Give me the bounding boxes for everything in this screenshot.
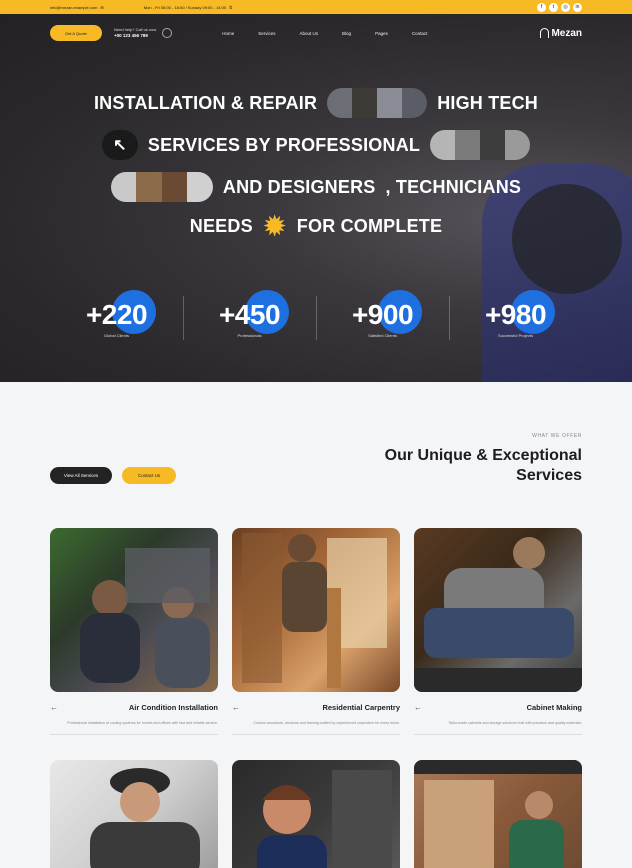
card-divider [232, 734, 400, 735]
headline-text-1a: INSTALLATION & REPAIR [93, 92, 318, 113]
hours-item: Mon - Fri 08:00 - 18:00 / Sunday 09:00 -… [144, 5, 232, 10]
service-title[interactable]: Air Condition Installation [129, 703, 218, 712]
social-links: f t ◎ in [537, 2, 582, 12]
logo-mark-icon [540, 28, 550, 38]
headline-text-2: SERVICES BY PROFESSIONAL [147, 134, 421, 155]
phone-icon [162, 28, 173, 38]
logo-text: Mezan [551, 27, 582, 39]
view-all-services-button[interactable]: View All Services [50, 467, 112, 484]
arrow-left-icon[interactable]: ← [232, 703, 240, 712]
service-image-ac[interactable] [50, 528, 218, 692]
nav-item-pages[interactable]: Pages [375, 31, 388, 36]
service-card[interactable]: ← Air Condition Installation Professiona… [50, 528, 218, 735]
stat-label: Global Clients [104, 332, 129, 338]
service-image-electrician[interactable] [50, 760, 218, 868]
hours-text: Mon - Fri 08:00 - 18:00 / Sunday 09:00 -… [143, 4, 227, 10]
get-quote-button[interactable]: Get A Quote [50, 25, 102, 41]
main-nav: Get A Quote Need help? Call us now +00 1… [0, 24, 632, 42]
nav-menu: Home Services About Us Blog Pages Contac… [222, 31, 427, 36]
service-image-installer[interactable] [414, 760, 582, 868]
headline-text-3a: AND DESIGNERS [222, 176, 376, 197]
email-text: info@mezan.example.com [50, 4, 98, 10]
nav-item-contact[interactable]: Contact [412, 31, 428, 36]
arrow-left-icon[interactable]: ← [414, 703, 422, 712]
headline-text-4b: FOR COMPLETE [296, 215, 443, 236]
arrow-up-left-icon[interactable]: ↖ [101, 130, 138, 160]
stat-value: +980 [484, 298, 547, 330]
stat-label: Successful Projects [498, 332, 533, 338]
service-title[interactable]: Residential Carpentry [322, 703, 400, 712]
service-description: Professional installation of cooling sys… [67, 721, 218, 725]
stat-item: +220 Global Clients [50, 290, 183, 346]
stat-value: +220 [85, 298, 148, 330]
sun-icon: ✹ [263, 210, 286, 241]
service-description: Tailor-made cabinets and storage solutio… [448, 721, 582, 725]
service-title[interactable]: Cabinet Making [527, 703, 582, 712]
contact-us-button[interactable]: Contact Us [122, 467, 176, 484]
linkedin-icon[interactable]: in [573, 2, 582, 12]
stat-item: +450 Professionals [183, 290, 316, 346]
nav-item-about[interactable]: About Us [300, 31, 319, 36]
section-tag: WHAT WE OFFER [532, 433, 582, 439]
stats-row: +220 Global Clients +450 Professionals +… [50, 290, 582, 346]
headline-image-pill-1 [327, 88, 428, 118]
headline-text-4a: NEEDS [189, 215, 253, 236]
email-item[interactable]: info@mezan.example.com ✉ [50, 5, 104, 10]
stat-label: Satisfied Clients [368, 332, 397, 338]
service-image-cabinet[interactable] [414, 528, 582, 692]
service-description: Custom woodwork, windows and framing cra… [253, 721, 400, 725]
facebook-icon[interactable]: f [537, 2, 546, 12]
clock-icon: ⏱ [229, 4, 233, 10]
service-image-technician[interactable] [232, 760, 400, 868]
service-card[interactable]: ← Residential Carpentry Custom woodwork,… [232, 528, 400, 735]
headline-text-1b: HIGH TECH [437, 92, 538, 113]
stat-value: +450 [218, 298, 281, 330]
phone-number[interactable]: +00 123 456 789 [114, 33, 148, 38]
stat-item: +900 Satisfied Clients [316, 290, 449, 346]
instagram-icon[interactable]: ◎ [561, 2, 570, 12]
card-divider [414, 734, 582, 735]
headline-line-4: NEEDS ✹ FOR COMPLETE [0, 210, 632, 241]
headline-image-pill-2 [430, 130, 531, 160]
headline-text-3b: , TECHNICIANS [385, 176, 522, 197]
section-title: Our Unique & Exceptional Services [384, 447, 582, 484]
stat-item: +980 Successful Projects [449, 290, 582, 346]
stat-value: +900 [351, 298, 414, 330]
nav-item-home[interactable]: Home [222, 31, 234, 36]
hero-section: Get A Quote Need help? Call us now +00 1… [0, 14, 632, 382]
headline-image-pill-3 [110, 172, 213, 202]
twitter-icon[interactable]: t [549, 2, 558, 12]
service-card[interactable] [414, 760, 582, 868]
stat-label: Professionals [237, 332, 262, 338]
top-bar: info@mezan.example.com ✉ Mon - Fri 08:00… [0, 0, 632, 14]
card-divider [50, 734, 218, 735]
phone-box: Need help? Call us now +00 123 456 789 [114, 27, 156, 39]
service-card[interactable] [50, 760, 218, 868]
service-card[interactable] [232, 760, 400, 868]
mail-icon: ✉ [100, 4, 104, 10]
service-image-carpentry[interactable] [232, 528, 400, 692]
site-logo[interactable]: Mezan [540, 28, 582, 39]
arrow-left-icon[interactable]: ← [50, 703, 58, 712]
nav-item-blog[interactable]: Blog [342, 31, 351, 36]
nav-item-services[interactable]: Services [258, 31, 275, 36]
service-card[interactable]: ← Cabinet Making Tailor-made cabinets an… [414, 528, 582, 735]
headline-line-1: INSTALLATION & REPAIR HIGH TECH [0, 88, 632, 118]
headline-line-3: AND DESIGNERS , TECHNICIANS [0, 172, 632, 202]
headline-line-2: ↖ SERVICES BY PROFESSIONAL [0, 130, 632, 160]
